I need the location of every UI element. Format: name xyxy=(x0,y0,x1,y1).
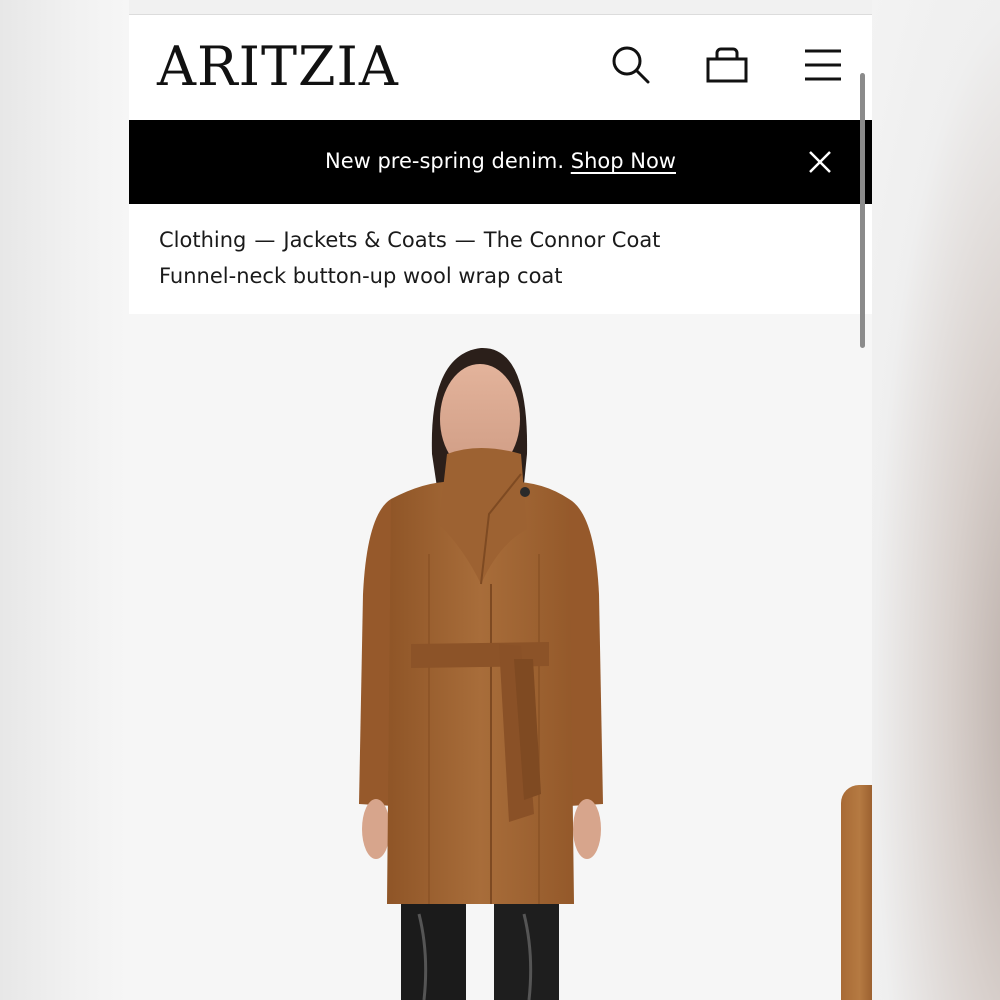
shopping-bag-icon xyxy=(706,47,748,83)
brand-logo[interactable]: ARITZIA xyxy=(157,37,399,97)
breadcrumb-separator: — xyxy=(254,228,276,252)
background-right xyxy=(872,0,1000,1000)
banner-text: New pre-spring denim. xyxy=(325,149,565,173)
banner-message: New pre-spring denim. Shop Now xyxy=(129,147,872,175)
phone-screen: ARITZIA New pre-spring denim. Shop Now C… xyxy=(129,0,872,1000)
breadcrumb-separator: — xyxy=(454,228,476,252)
model-photo xyxy=(359,347,603,1000)
close-icon xyxy=(809,151,831,173)
product-image[interactable] xyxy=(129,314,872,1000)
breadcrumb-item-jackets-coats[interactable]: Jackets & Coats xyxy=(283,226,446,254)
shop-now-link[interactable]: Shop Now xyxy=(571,149,676,173)
site-header: ARITZIA xyxy=(129,15,872,120)
promo-banner: New pre-spring denim. Shop Now xyxy=(129,120,872,204)
next-product-image[interactable] xyxy=(841,785,872,1000)
search-icon xyxy=(612,46,650,84)
scrollbar[interactable] xyxy=(860,73,865,348)
breadcrumb: Clothing — Jackets & Coats — The Connor Coat xyxy=(159,226,660,254)
menu-icon xyxy=(805,49,841,81)
shopping-bag-button[interactable] xyxy=(703,43,751,87)
menu-button[interactable] xyxy=(801,45,845,85)
breadcrumb-item-product: The Connor Coat xyxy=(483,228,661,252)
breadcrumb-item-clothing[interactable]: Clothing xyxy=(159,226,246,254)
search-button[interactable] xyxy=(609,43,653,87)
product-description: Funnel-neck button-up wool wrap coat xyxy=(159,264,563,288)
status-strip xyxy=(129,0,872,15)
breadcrumb-section: Clothing — Jackets & Coats — The Connor Coat… xyxy=(129,204,872,314)
close-banner-button[interactable] xyxy=(806,148,834,176)
